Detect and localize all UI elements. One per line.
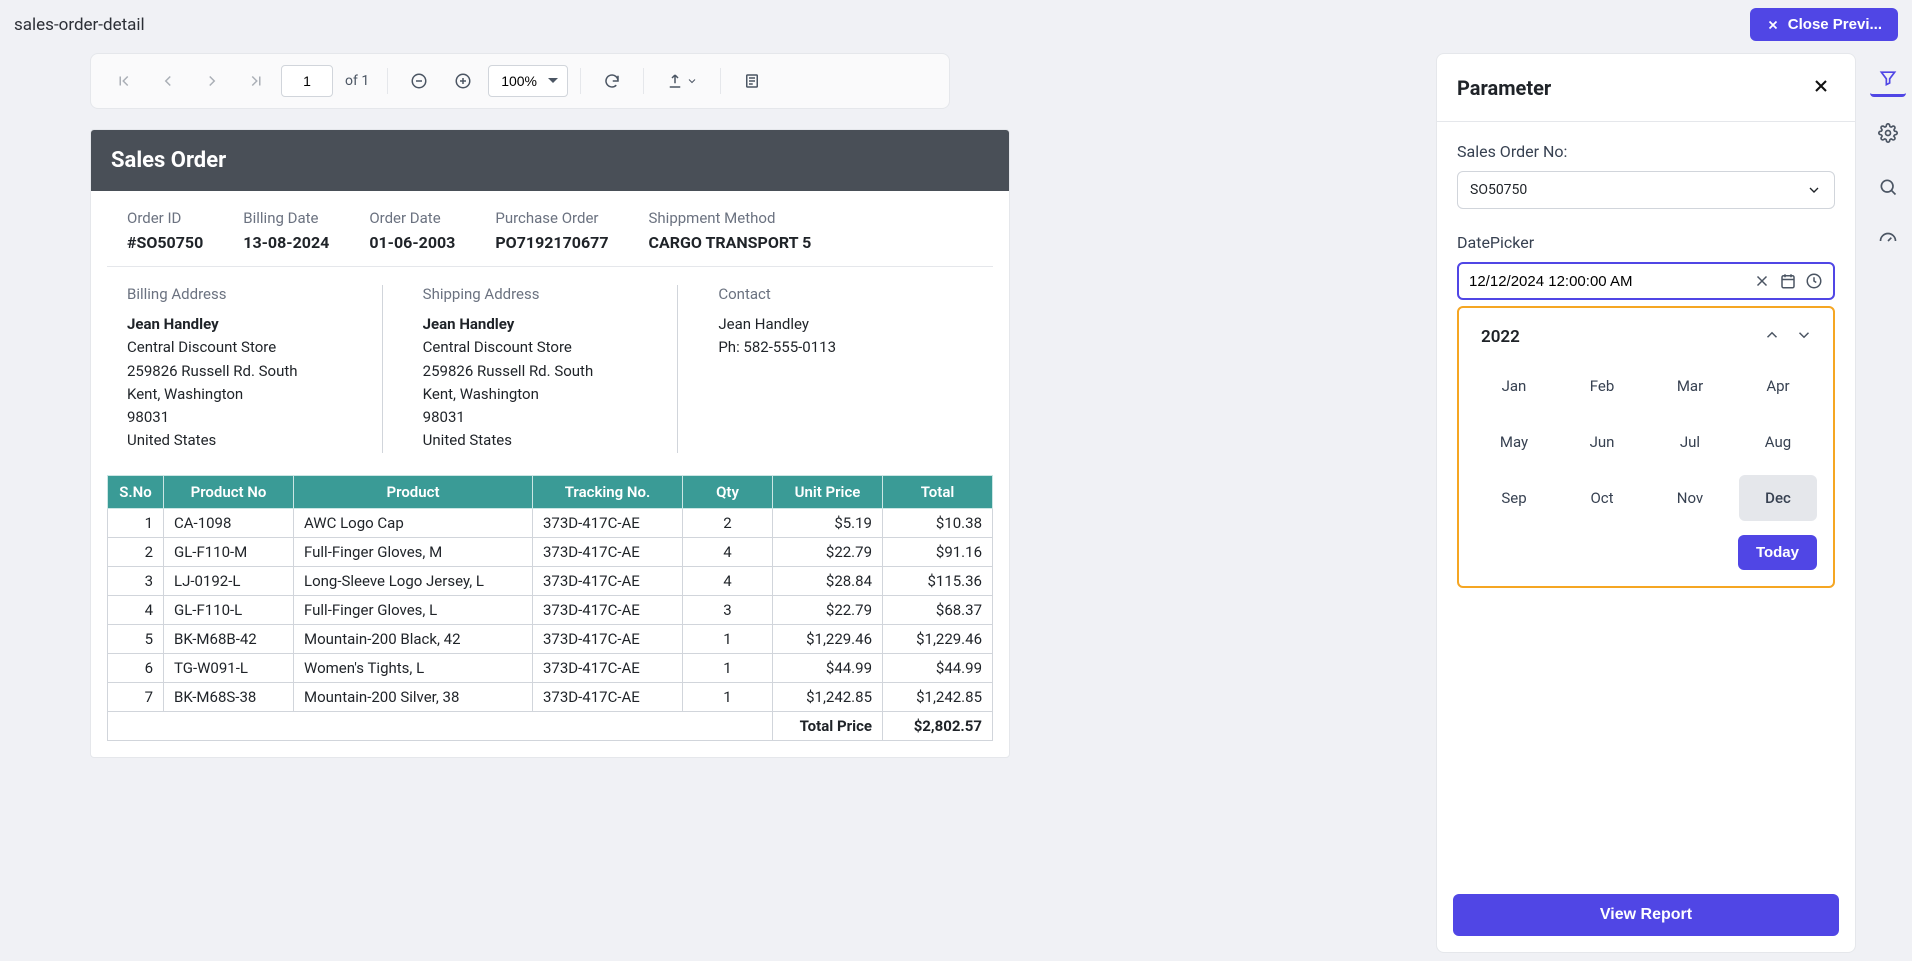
- topbar: sales-order-detail Close Previ...: [0, 0, 1912, 53]
- billing-date-value: 13-08-2024: [243, 233, 329, 252]
- col-total: Total: [883, 475, 993, 508]
- side-toolbar: [1864, 53, 1912, 961]
- view-report-button[interactable]: View Report: [1453, 894, 1839, 936]
- contact-label: Contact: [718, 285, 943, 303]
- shipment-method-label: Shippment Method: [649, 209, 812, 227]
- order-id-label: Order ID: [127, 209, 203, 227]
- divider: [720, 68, 721, 94]
- order-date-label: Order Date: [369, 209, 455, 227]
- sales-order-no-dropdown[interactable]: SO50750: [1457, 171, 1835, 209]
- month-cell-mar[interactable]: Mar: [1651, 363, 1729, 409]
- month-cell-apr[interactable]: Apr: [1739, 363, 1817, 409]
- parameter-panel: Parameter Sales Order No: SO50750 DatePi…: [1436, 53, 1856, 953]
- page-number-input[interactable]: [281, 65, 333, 97]
- zoom-select[interactable]: 100%: [488, 65, 568, 97]
- clock-icon[interactable]: [1805, 272, 1823, 290]
- export-button[interactable]: [656, 64, 708, 98]
- close-icon: [1766, 18, 1780, 32]
- purchase-order-label: Purchase Order: [495, 209, 608, 227]
- col-product: Product: [294, 475, 533, 508]
- month-cell-nov[interactable]: Nov: [1651, 475, 1729, 521]
- print-layout-button[interactable]: [733, 64, 771, 98]
- col-unit: Unit Price: [773, 475, 883, 508]
- contact-body: Jean Handley Ph: 582-555-0113: [718, 313, 943, 360]
- month-cell-jan[interactable]: Jan: [1475, 363, 1553, 409]
- today-button[interactable]: Today: [1738, 535, 1817, 570]
- datetime-input[interactable]: [1469, 273, 1745, 290]
- col-sno: S.No: [108, 475, 164, 508]
- shipping-address-body: Jean Handley Central Discount Store 2598…: [423, 313, 648, 453]
- chevron-down-icon: [1806, 182, 1822, 198]
- divider: [643, 68, 644, 94]
- month-cell-feb[interactable]: Feb: [1563, 363, 1641, 409]
- total-price-label: Total Price: [773, 711, 883, 740]
- sales-order-no-value: SO50750: [1470, 182, 1527, 198]
- first-page-button[interactable]: [105, 64, 143, 98]
- shipping-address-label: Shipping Address: [423, 285, 648, 303]
- search-tool[interactable]: [1870, 169, 1906, 205]
- close-panel-button[interactable]: [1807, 72, 1835, 103]
- items-table: S.No Product No Product Tracking No. Qty…: [107, 475, 993, 741]
- table-row: 5 BK-M68B-42 Mountain-200 Black, 42 373D…: [108, 624, 993, 653]
- divider: [387, 68, 388, 94]
- divider: [580, 68, 581, 94]
- month-cell-jun[interactable]: Jun: [1563, 419, 1641, 465]
- month-cell-sep[interactable]: Sep: [1475, 475, 1553, 521]
- report-toolbar: of 1 100%: [90, 53, 950, 109]
- total-price-value: $2,802.57: [883, 711, 993, 740]
- performance-tool[interactable]: [1870, 223, 1906, 259]
- clear-icon[interactable]: [1753, 272, 1771, 290]
- order-date-value: 01-06-2003: [369, 233, 455, 252]
- billing-address-body: Jean Handley Central Discount Store 2598…: [127, 313, 352, 453]
- table-row: 6 TG-W091-L Women's Tights, L 373D-417C-…: [108, 653, 993, 682]
- billing-date-label: Billing Date: [243, 209, 329, 227]
- prev-page-button[interactable]: [149, 64, 187, 98]
- table-row: 1 CA-1098 AWC Logo Cap 373D-417C-AE 2 $5…: [108, 508, 993, 537]
- col-tracking: Tracking No.: [533, 475, 683, 508]
- report-title: Sales Order: [91, 130, 1009, 191]
- shipment-method-value: CARGO TRANSPORT 5: [649, 233, 812, 252]
- month-cell-dec[interactable]: Dec: [1739, 475, 1817, 521]
- report-document: Sales Order Order ID #SO50750 Billing Dat…: [90, 129, 1010, 758]
- page-title: sales-order-detail: [14, 15, 145, 35]
- billing-address-label: Billing Address: [127, 285, 352, 303]
- datepicker-label: DatePicker: [1457, 233, 1835, 252]
- settings-tool[interactable]: [1870, 115, 1906, 151]
- last-page-button[interactable]: [237, 64, 275, 98]
- prev-year-button[interactable]: [1759, 322, 1785, 351]
- zoom-out-button[interactable]: [400, 64, 438, 98]
- parameter-title: Parameter: [1457, 76, 1551, 100]
- col-qty: Qty: [683, 475, 773, 508]
- order-id-value: #SO50750: [127, 233, 203, 252]
- table-row: 4 GL-F110-L Full-Finger Gloves, L 373D-4…: [108, 595, 993, 624]
- month-cell-may[interactable]: May: [1475, 419, 1553, 465]
- zoom-in-button[interactable]: [444, 64, 482, 98]
- meta-row: Order ID#SO50750 Billing Date13-08-2024 …: [107, 191, 993, 267]
- calendar-year[interactable]: 2022: [1475, 327, 1520, 347]
- col-product-no: Product No: [164, 475, 294, 508]
- table-row: 2 GL-F110-M Full-Finger Gloves, M 373D-4…: [108, 537, 993, 566]
- purchase-order-value: PO7192170677: [495, 233, 608, 252]
- month-grid: JanFebMarApr MayJunJulAug SepOctNovDec: [1475, 363, 1817, 521]
- table-row: 3 LJ-0192-L Long-Sleeve Logo Jersey, L 3…: [108, 566, 993, 595]
- next-year-button[interactable]: [1791, 322, 1817, 351]
- address-row: Billing Address Jean Handley Central Dis…: [107, 267, 993, 465]
- filter-tool[interactable]: [1870, 61, 1906, 97]
- month-cell-aug[interactable]: Aug: [1739, 419, 1817, 465]
- month-cell-jul[interactable]: Jul: [1651, 419, 1729, 465]
- close-preview-button[interactable]: Close Previ...: [1750, 8, 1898, 41]
- month-cell-oct[interactable]: Oct: [1563, 475, 1641, 521]
- calendar-icon[interactable]: [1779, 272, 1797, 290]
- close-preview-label: Close Previ...: [1788, 16, 1882, 33]
- table-row: 7 BK-M68S-38 Mountain-200 Silver, 38 373…: [108, 682, 993, 711]
- refresh-button[interactable]: [593, 64, 631, 98]
- next-page-button[interactable]: [193, 64, 231, 98]
- datetime-input-wrap: [1457, 262, 1835, 300]
- viewer-area: of 1 100% Sales Order Order ID #SO50750: [0, 53, 1428, 961]
- page-count-label: of 1: [339, 73, 375, 89]
- month-picker: 2022 JanFebMarApr MayJunJulAug SepOctNovDe…: [1457, 306, 1835, 588]
- sales-order-no-label: Sales Order No:: [1457, 142, 1835, 161]
